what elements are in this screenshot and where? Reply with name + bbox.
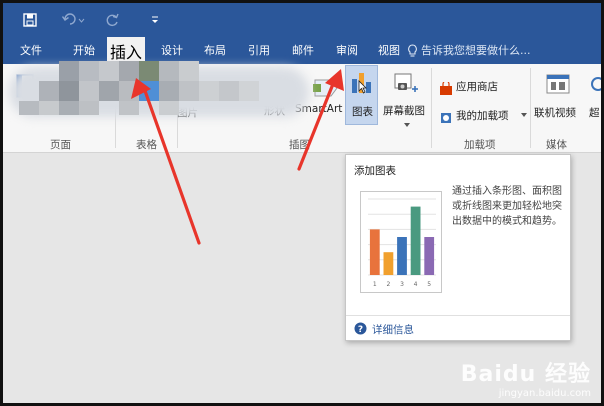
annotation-arrowhead [325, 69, 344, 91]
annotation-overlay [131, 69, 344, 245]
screenshot-frame: 文件 开始 插入 设计 布局 引用 邮件 审阅 视图 告诉我您想要做什么... … [0, 0, 604, 406]
baidu-jingyan-watermark: Baidu 经验 jingyan.baidu.com [461, 356, 591, 399]
annotation-arrow [142, 86, 201, 245]
watermark-url: jingyan.baidu.com [498, 388, 591, 399]
annotation-arrow [297, 77, 337, 171]
watermark-logo: Baidu 经验 [460, 362, 591, 387]
